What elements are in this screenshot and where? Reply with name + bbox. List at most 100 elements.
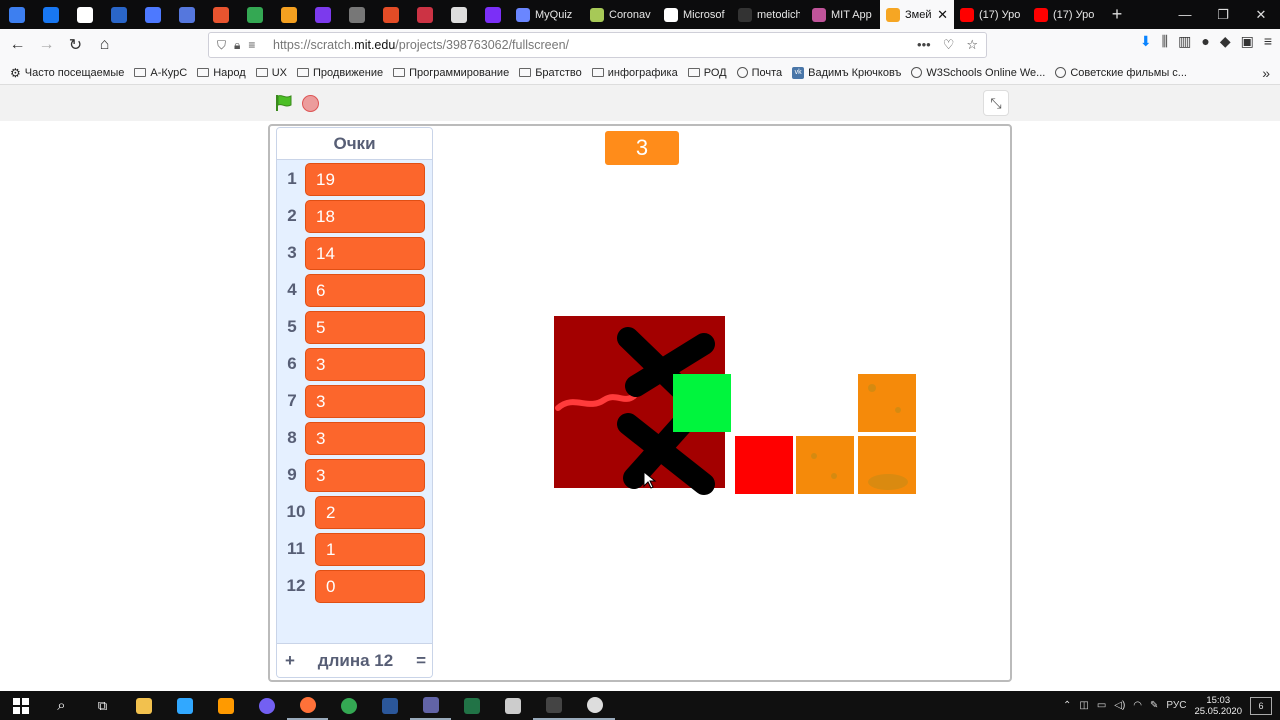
pinned-tab[interactable] <box>374 0 408 29</box>
bookmark-item[interactable]: инфографика <box>591 67 678 79</box>
bookmark-star-icon[interactable]: ☆ <box>966 37 978 53</box>
taskbar-viber-icon[interactable] <box>246 691 287 720</box>
list-item-value[interactable]: 19 <box>305 163 425 196</box>
pinned-tab[interactable] <box>102 0 136 29</box>
tab-active[interactable]: Змей ✕ <box>880 0 954 29</box>
bookmark-item[interactable]: W3Schools Online We... <box>911 67 1045 79</box>
battery-icon[interactable]: ▭ <box>1097 700 1106 711</box>
pinned-tab[interactable] <box>204 0 238 29</box>
back-icon[interactable]: ← <box>4 32 31 58</box>
restore-icon[interactable]: ❐ <box>1204 0 1242 29</box>
list-item-value[interactable]: 3 <box>305 459 425 492</box>
taskbar-excel-icon[interactable] <box>451 691 492 720</box>
library-icon[interactable]: ⫼ <box>1162 33 1168 50</box>
volume-icon[interactable]: ◁) <box>1114 700 1125 711</box>
tab[interactable]: MyQuiz <box>510 0 584 29</box>
taskbar-illustrator-icon[interactable] <box>205 691 246 720</box>
taskbar-photoshop-icon[interactable] <box>164 691 205 720</box>
pinned-tab[interactable] <box>0 0 34 29</box>
pinned-tab[interactable] <box>442 0 476 29</box>
bookmark-item[interactable]: vk Вадимъ Крючковъ <box>792 66 901 79</box>
permissions-icon[interactable]: ≡ <box>248 38 255 53</box>
pinned-tab[interactable] <box>306 0 340 29</box>
list-item-value[interactable]: 6 <box>305 274 425 307</box>
list-item-value[interactable]: 1 <box>315 533 425 566</box>
pinned-tab[interactable] <box>238 0 272 29</box>
list-add-button[interactable]: + <box>285 651 295 671</box>
forward-icon[interactable]: → <box>33 32 60 58</box>
search-icon[interactable]: ⌕ <box>41 691 82 720</box>
pinned-tab[interactable] <box>170 0 204 29</box>
pinned-tab[interactable] <box>340 0 374 29</box>
extension-icon[interactable]: ● <box>1201 33 1209 50</box>
home-icon[interactable]: ⌂ <box>91 32 118 58</box>
list-resize-handle[interactable]: = <box>416 651 426 671</box>
list-item-value[interactable]: 18 <box>305 200 425 233</box>
pocket-icon[interactable]: ♡ <box>943 37 955 53</box>
pinned-tab[interactable] <box>272 0 306 29</box>
tab[interactable]: Microsof <box>658 0 732 29</box>
pen-icon[interactable]: ✎ <box>1150 700 1158 711</box>
sidebar-icon[interactable]: ▥ <box>1178 33 1191 50</box>
list-item-value[interactable]: 2 <box>315 496 425 529</box>
taskbar-obs-icon[interactable] <box>574 691 615 720</box>
notification-center-icon[interactable]: 6 <box>1250 696 1272 715</box>
taskbar-chrome-icon[interactable] <box>328 691 369 720</box>
bookmark-item[interactable]: А-КурС <box>134 67 187 79</box>
bookmark-item[interactable]: ⚙ Часто посещаемые <box>10 66 124 80</box>
taskbar-teams-icon[interactable] <box>410 691 451 720</box>
tab[interactable]: metodichka_ <box>732 0 806 29</box>
taskbar-calculator-icon[interactable] <box>533 691 574 720</box>
shield-icon[interactable]: ⛉ <box>217 38 226 53</box>
tab[interactable]: (17) Уро <box>954 0 1028 29</box>
pinned-tab[interactable] <box>408 0 442 29</box>
task-view-icon[interactable]: ⧉ <box>82 691 123 720</box>
list-item-value[interactable]: 0 <box>315 570 425 603</box>
taskbar-explorer-icon[interactable] <box>123 691 164 720</box>
minimize-icon[interactable]: — <box>1166 0 1204 29</box>
tab-close-icon[interactable]: ✕ <box>937 7 948 23</box>
wifi-icon[interactable]: ◠ <box>1133 700 1142 711</box>
page-actions-icon[interactable]: ••• <box>917 37 931 53</box>
lock-icon[interactable]: 🔒︎ <box>234 38 240 53</box>
list-item-value[interactable]: 5 <box>305 311 425 344</box>
list-item-value[interactable]: 3 <box>305 348 425 381</box>
bookmark-item[interactable]: Почта <box>736 67 782 79</box>
start-icon[interactable] <box>0 691 41 720</box>
tab[interactable]: Coronav <box>584 0 658 29</box>
pinned-tab[interactable] <box>34 0 68 29</box>
pinned-tab[interactable] <box>476 0 510 29</box>
bookmarks-overflow-icon[interactable]: » <box>1262 65 1270 81</box>
new-tab-icon[interactable]: + <box>1102 0 1132 29</box>
bookmark-item[interactable]: Советские фильмы с... <box>1055 67 1187 79</box>
scratch-stage[interactable]: Очки 1 19 2 18 3 14 4 6 5 5 6 3 7 3 8 3 9 3 10 2 11 1 12 0 + дл… <box>268 124 1012 682</box>
list-item-value[interactable]: 14 <box>305 237 425 270</box>
bookmark-item[interactable]: Народ <box>197 67 246 79</box>
address-bar[interactable]: ⛉ 🔒︎ ≡ https://scratch.mit.edu/projects/… <box>208 32 987 58</box>
exit-fullscreen-icon[interactable]: ⤡ <box>983 90 1009 116</box>
list-item-value[interactable]: 3 <box>305 422 425 455</box>
taskbar-firefox-icon[interactable] <box>287 691 328 720</box>
clock[interactable]: 15:03 25.05.2020 <box>1194 695 1242 717</box>
language-indicator[interactable]: РУС <box>1166 700 1186 711</box>
pinned-tab[interactable] <box>68 0 102 29</box>
stop-icon[interactable] <box>302 95 319 112</box>
bookmark-item[interactable]: Братство <box>519 67 582 79</box>
tab[interactable]: (17) Уро <box>1028 0 1102 29</box>
bookmark-item[interactable]: Продвижение <box>297 67 383 79</box>
taskbar-word-icon[interactable] <box>369 691 410 720</box>
close-window-icon[interactable]: ✕ <box>1242 0 1280 29</box>
list-item-value[interactable]: 3 <box>305 385 425 418</box>
bookmark-item[interactable]: UX <box>255 67 287 79</box>
bookmark-item[interactable]: Программирование <box>393 67 509 79</box>
pinned-tab[interactable] <box>136 0 170 29</box>
taskbar-settings-icon[interactable] <box>492 691 533 720</box>
menu-icon[interactable]: ≡ <box>1264 33 1272 50</box>
green-flag-icon[interactable] <box>275 94 293 112</box>
reload-icon[interactable]: ↻ <box>62 32 89 58</box>
tray-expand-icon[interactable]: ⌃ <box>1063 700 1071 711</box>
download-icon[interactable]: ⬇ <box>1140 33 1152 50</box>
tab[interactable]: MIT App <box>806 0 880 29</box>
extension-icon-2[interactable]: ◆ <box>1220 33 1231 50</box>
network-icon[interactable]: ◫ <box>1079 700 1088 711</box>
